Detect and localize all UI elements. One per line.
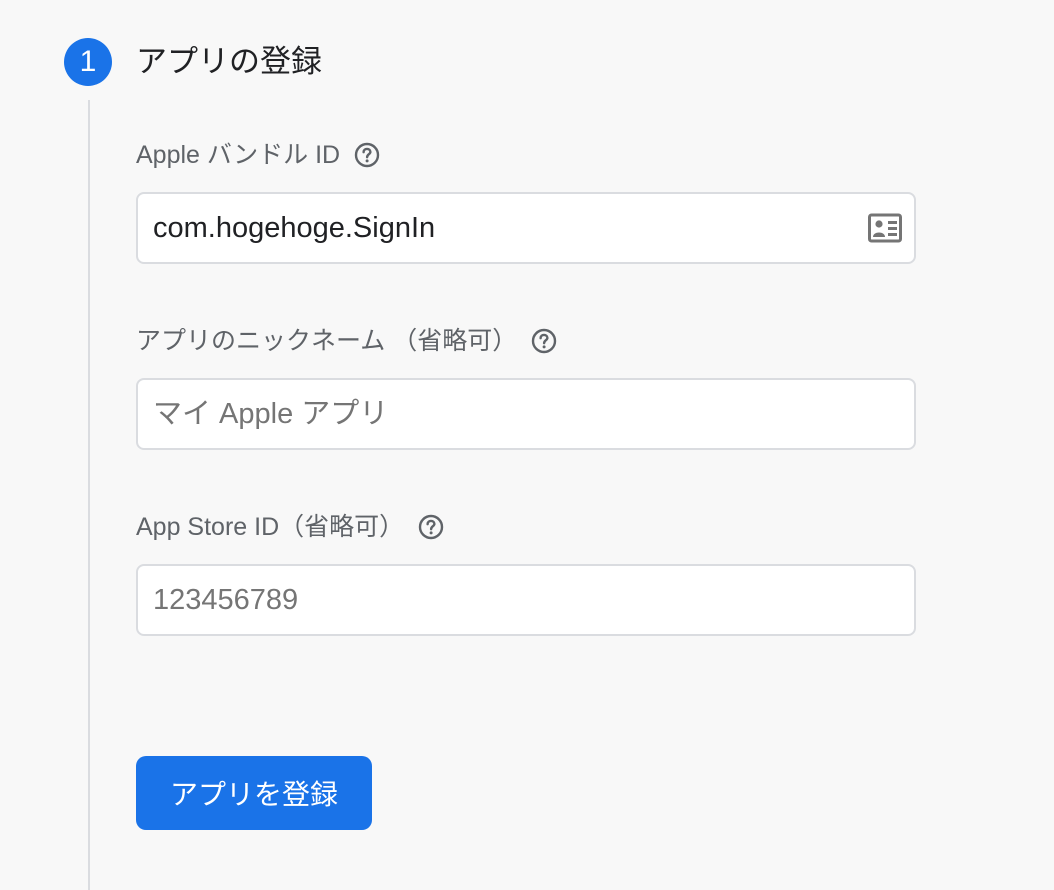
step-number-badge: 1 xyxy=(64,38,112,86)
step-connector-line xyxy=(88,100,90,890)
contact-card-icon[interactable] xyxy=(868,213,902,243)
bundle-id-label-row: Apple バンドル ID xyxy=(136,140,380,170)
question-circle-icon[interactable] xyxy=(354,142,380,168)
app-store-id-input[interactable] xyxy=(136,564,916,636)
bundle-id-label: Apple バンドル ID xyxy=(136,141,341,169)
nickname-input[interactable] xyxy=(136,378,916,450)
question-circle-icon[interactable] xyxy=(418,514,444,540)
register-app-button[interactable]: アプリを登録 xyxy=(136,756,372,830)
app-store-id-label-row: App Store ID（省略可） xyxy=(136,512,444,542)
question-circle-icon[interactable] xyxy=(531,328,557,354)
step-title: アプリの登録 xyxy=(136,44,322,79)
bundle-id-input[interactable] xyxy=(136,192,916,264)
app-store-id-label: App Store ID（省略可） xyxy=(136,513,405,541)
nickname-label: アプリのニックネーム （省略可） xyxy=(136,327,518,355)
nickname-label-row: アプリのニックネーム （省略可） xyxy=(136,326,557,356)
